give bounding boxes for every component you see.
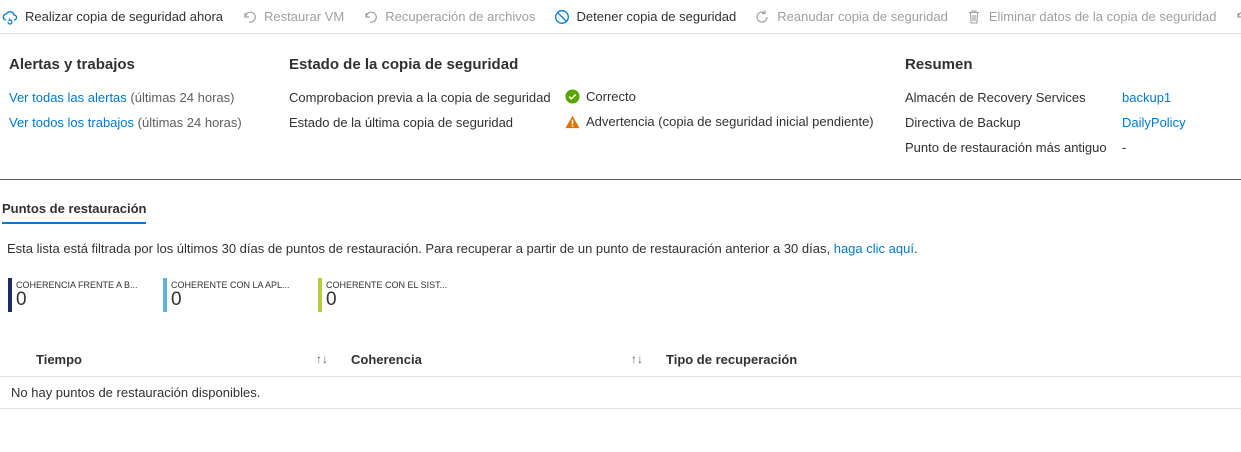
filter-info-text: Esta lista está filtrada por los últimos… [7,241,831,256]
fs-consistent-tile[interactable]: COHERENTE CON EL SIST... 0 [318,278,447,312]
file-recovery-label: Recuperación de archivos [385,9,536,24]
column-consistency[interactable]: Coherencia [351,352,422,367]
tile-label: COHERENTE CON LA APL... [171,280,290,290]
trash-icon [966,9,982,25]
crash-consistent-tile[interactable]: COHERENCIA FRENTE A B... 0 [8,278,138,312]
delete-backup-data-button[interactable]: Eliminar datos de la copia de seguridad [966,0,1217,33]
block-icon [554,9,570,25]
table-bottom-border [0,408,1241,409]
click-here-link[interactable]: haga clic aquí [834,241,914,256]
filter-info-end: . [913,241,918,256]
tab-restore-points[interactable]: Puntos de restauración [2,201,147,224]
sort-arrows-icon[interactable]: ↑↓ [631,352,643,366]
oldest-point-label: Punto de restauración más antiguo [905,140,1107,155]
summary-title: Resumen [905,56,973,73]
restore-vm-label: Restaurar VM [264,9,345,24]
last-backup-value: Advertencia (copia de seguridad inicial … [586,114,874,129]
stop-backup-button[interactable]: Detener copia de seguridad [554,0,737,33]
alerts-period: (últimas 24 horas) [130,90,235,105]
tile-value: 0 [171,289,182,310]
refresh-icon [754,9,770,25]
backup-now-button[interactable]: Realizar copia de seguridad ahora [2,0,223,33]
resume-backup-button[interactable]: Reanudar copia de seguridad [754,0,948,33]
restore-vm-button[interactable]: Restaurar VM [241,0,344,33]
tile-label: COHERENCIA FRENTE A B... [16,280,138,290]
warning-icon [565,115,580,129]
tile-color-bar [318,278,322,312]
vault-label: Almacén de Recovery Services [905,90,1086,105]
backup-status-title: Estado de la copia de seguridad [289,56,519,73]
tile-label: COHERENTE CON EL SIST... [326,280,448,290]
last-backup-label: Estado de la última copia de seguridad [289,115,514,130]
policy-label: Directiva de Backup [905,115,1021,130]
tile-color-bar [163,278,167,312]
tile-color-bar [8,278,12,312]
alerts-row: Ver todas las alertas (últimas 24 horas) [9,90,234,105]
oldest-point-value: - [1122,140,1127,155]
column-recovery-type[interactable]: Tipo de recuperación [666,352,797,367]
success-check-icon [565,89,580,104]
sort-arrows-icon[interactable]: ↑↓ [316,352,328,366]
precheck-value: Correcto [586,89,636,104]
resume-backup-label: Reanudar copia de seguridad [777,9,948,24]
undo-icon [1234,9,1241,25]
vault-link[interactable]: backup1 [1122,90,1171,105]
undo-icon [241,9,257,25]
alerts-jobs-title: Alertas y trabajos [9,56,135,73]
restore-points-table-header: Tiempo ↑↓ Coherencia ↑↓ Tipo de recupera… [0,343,1241,377]
empty-table-message: No hay puntos de restauración disponible… [11,385,261,400]
stop-backup-label: Detener copia de seguridad [576,9,737,24]
jobs-period: (últimas 24 horas) [137,115,242,130]
tile-value: 0 [16,289,27,310]
section-divider [0,179,1241,180]
policy-link[interactable]: DailyPolicy [1122,115,1186,130]
delete-backup-data-label: Eliminar datos de la copia de seguridad [988,9,1217,24]
backup-now-label: Realizar copia de seguridad ahora [25,9,224,24]
file-recovery-button[interactable]: Recuperación de archivos [362,0,536,33]
column-time[interactable]: Tiempo [36,352,82,367]
view-alerts-link[interactable]: Ver todas las alertas [9,90,127,105]
last-backup-status: Advertencia (copia de seguridad inicial … [565,114,874,129]
overflow-truncated-button[interactable]: R [1234,0,1241,33]
tile-value: 0 [326,289,337,310]
app-consistent-tile[interactable]: COHERENTE CON LA APL... 0 [163,278,290,312]
command-bar: Realizar copia de seguridad ahora Restau… [0,0,1241,34]
precheck-label: Comprobacion previa a la copia de seguri… [289,90,551,105]
jobs-row: Ver todos los trabajos (últimas 24 horas… [9,115,242,130]
backup-cloud-icon [2,9,18,25]
undo-icon [362,9,378,25]
view-jobs-link[interactable]: Ver todos los trabajos [9,115,134,130]
precheck-status: Correcto [565,89,636,104]
filter-info: Esta lista está filtrada por los últimos… [7,241,918,256]
